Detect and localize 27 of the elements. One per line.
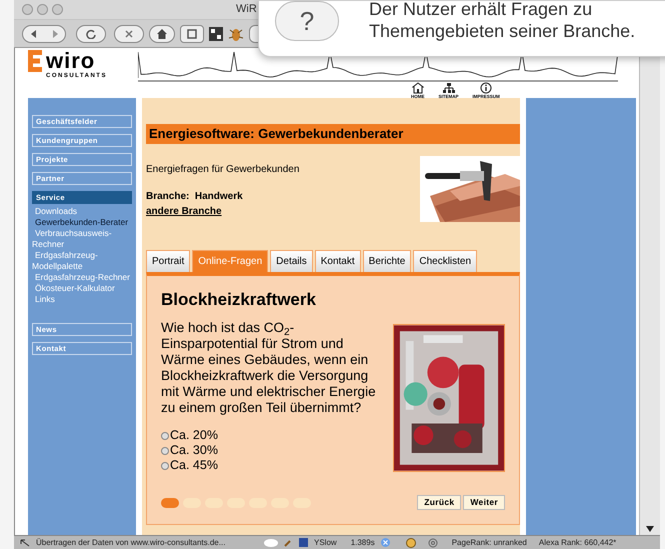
radio-option[interactable]: Ca. 20% <box>161 428 383 443</box>
radio-option[interactable]: Ca. 45% <box>161 458 383 473</box>
branche-link[interactable]: andere Branche <box>146 204 222 219</box>
alexa-rank-text: Alexa Rank: 660,442* <box>538 536 616 548</box>
tab[interactable]: Checklisten <box>413 250 478 272</box>
radio-option[interactable]: Ca. 30% <box>161 443 383 458</box>
tab[interactable]: Berichte <box>362 250 412 272</box>
speech-bubble-icon: ? <box>275 0 339 40</box>
tooltip-text: Themengebieten seiner Branche. <box>369 20 636 42</box>
logo-text: wiro <box>46 50 96 72</box>
nav-button[interactable]: Zurück <box>417 495 462 510</box>
load-time: 1.389s <box>350 536 375 548</box>
yslow-label[interactable]: YSlow <box>314 536 337 548</box>
tooltip-text: Der Nutzer erhält Fragen zu <box>369 0 594 20</box>
tab[interactable]: Details <box>270 250 313 272</box>
status-text: Übertragen der Daten von www.wiro-consultants.de... <box>36 536 226 548</box>
intro-text: Energiefragen für Gewerbekunden <box>146 163 300 177</box>
page-title: Energiesoftware: Gewerbekundenberater <box>146 124 520 144</box>
nav-link[interactable]: Gewerbekunden-Berater <box>32 217 132 228</box>
pagerank-text: PageRank: unranked <box>452 536 527 548</box>
branche-label: Branche: Handwerk <box>146 190 244 204</box>
tab[interactable]: Portrait <box>146 250 190 272</box>
tab[interactable]: Kontakt <box>314 250 361 272</box>
question-text: Wie hoch ist das CO$_{2}$-Einsparpotential für Strom und Wärme eines Gebäudes, wenn ein Blockheizkraftwerk die Versorgung mit Wärme und elektrischer Energie zu einem großen Teil übernimmt? <box>161 320 377 416</box>
question-heading: Blockheizkraftwerk <box>161 290 317 310</box>
nav-button[interactable]: Weiter <box>463 495 505 510</box>
window-title: WiR <box>236 2 257 18</box>
